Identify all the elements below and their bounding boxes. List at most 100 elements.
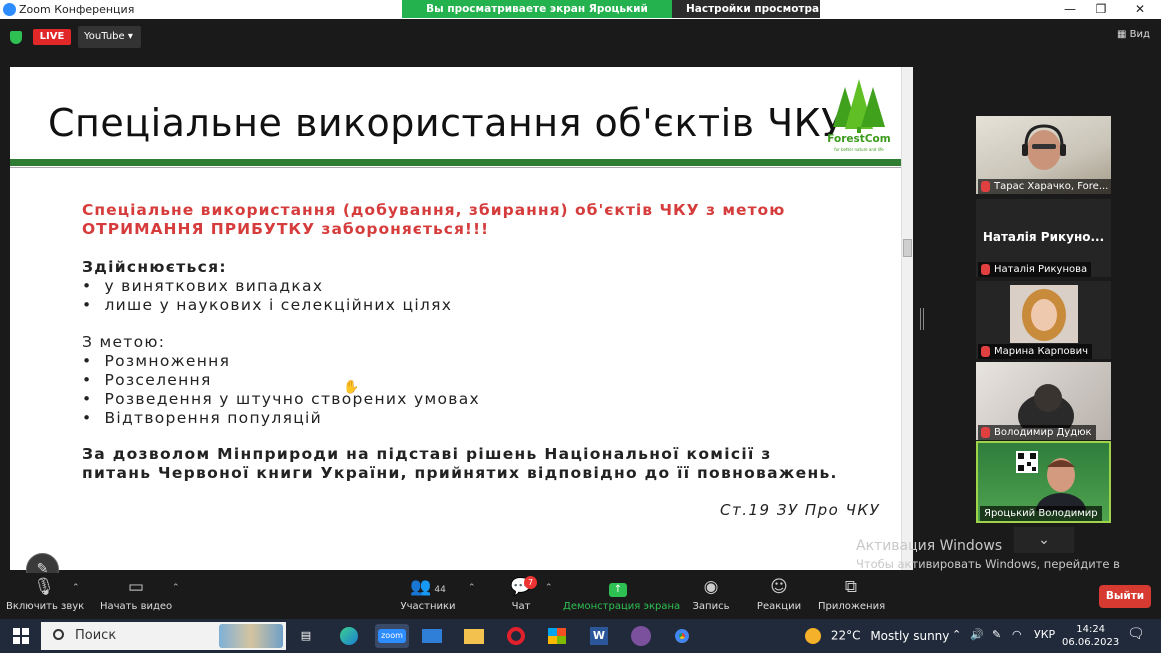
tree-logo-icon (833, 79, 885, 133)
sun-icon (805, 628, 821, 644)
title-divider (10, 159, 901, 166)
shared-screen: Спеціальне використання об'єктів ЧКУ For… (10, 67, 901, 586)
participant-name: Володимир Дудюк (978, 425, 1096, 440)
video-tile[interactable]: Наталія Рикуно... Наталія Рикунова (976, 199, 1111, 277)
forestcom-logo: ForestCom for better nature and life (825, 79, 893, 152)
view-button[interactable]: ▦ Вид (1117, 29, 1150, 40)
zoom-taskbar-icon[interactable]: zoom (375, 624, 409, 648)
chrome-icon[interactable] (669, 624, 695, 648)
windows-start-icon[interactable] (13, 628, 29, 644)
tray-chevron-up-icon[interactable]: ⌃ (952, 628, 961, 641)
video-tile[interactable]: Тарас Харачко, Fore... (976, 116, 1111, 194)
scrollbar-thumb[interactable] (903, 239, 912, 257)
opera-icon[interactable] (503, 624, 529, 648)
section-1-heading: Здійснюється: (82, 258, 227, 276)
view-options-label: Настройки просмотра (686, 3, 820, 15)
section-1-item: у виняткових випадках (82, 277, 862, 296)
section-2-item: Відтворення популяцій (82, 409, 862, 428)
unmute-button[interactable]: 🎙 Включить звук (6, 573, 84, 612)
input-language[interactable]: УКР (1034, 628, 1055, 641)
share-banner: Вы просматриваете экран Яроцький Володим… (402, 0, 820, 33)
slide-title: Спеціальне використання об'єктів ЧКУ (48, 101, 845, 145)
reactions-button[interactable]: ☺ Реакции (754, 573, 804, 612)
edge-browser-icon[interactable] (336, 624, 362, 648)
grid-icon: ▦ (1117, 29, 1127, 40)
participant-avatar (1010, 285, 1078, 343)
windows-taskbar: Поиск ▤ zoom W 22°C Mostly sunny ⌃ 🔊 ✎ ◠… (0, 619, 1161, 653)
notifications-icon[interactable]: 🗨 (1127, 626, 1145, 642)
close-button[interactable]: ✕ (1122, 0, 1158, 19)
video-tile-active-speaker[interactable]: Яроцький Володимир (976, 441, 1111, 523)
mic-muted-icon (981, 427, 990, 438)
camera-off-icon: ▭ (127, 577, 145, 597)
restore-button[interactable]: ❐ (1083, 0, 1119, 19)
weather-temp: 22°C (830, 628, 861, 643)
zoom-logo-icon (3, 3, 16, 16)
security-shield-icon[interactable] (10, 31, 22, 44)
participants-options-chevron[interactable]: ⌃ (468, 583, 476, 593)
weather-widget[interactable]: 22°C Mostly sunny (805, 628, 949, 644)
word-icon[interactable]: W (586, 624, 612, 648)
live-badge[interactable]: LIVE (33, 29, 71, 45)
clock-time: 14:24 (1076, 624, 1106, 635)
file-explorer-icon[interactable] (461, 624, 487, 648)
store-icon[interactable] (544, 624, 570, 648)
section-2-item: Розселення (82, 371, 862, 390)
mic-muted-icon (981, 181, 990, 192)
slide-scrollbar[interactable] (901, 67, 913, 570)
viber-icon[interactable] (628, 624, 654, 648)
panel-resize-handle[interactable] (920, 308, 924, 330)
view-label: Вид (1129, 29, 1150, 40)
slide-warning: Спеціальне використання (добування, збир… (82, 201, 786, 238)
law-citation: Ст.19 ЗУ Про ЧКУ (720, 501, 881, 519)
start-video-button[interactable]: ▭ Начать видео (100, 573, 172, 612)
section-2-heading: З метою: (82, 333, 166, 351)
view-options-button[interactable]: Настройки просмотра ⌄ (672, 0, 820, 33)
meeting-toolbar: 🎙 Включить звук ⌃ ▭ Начать видео ⌃ 👥 44 У… (0, 573, 1161, 619)
participants-count: 44 (434, 585, 446, 595)
participant-avatar (1036, 458, 1086, 511)
mail-icon[interactable] (419, 624, 445, 648)
permission-note: За дозволом Мінприроди на підставі рішен… (82, 445, 838, 482)
leave-meeting-button[interactable]: Выйти (1099, 585, 1151, 608)
participant-name: Наталія Рикунова (978, 262, 1092, 277)
participant-display-name: Наталія Рикуно... (982, 230, 1105, 244)
taskbar-clock[interactable]: 14:24 06.06.2023 (1062, 623, 1119, 649)
logo-subtext: for better nature and life (834, 147, 884, 152)
participant-name: Тарас Харачко, Fore... (978, 179, 1111, 194)
mic-off-icon: 🎙 (33, 577, 55, 597)
meeting-header: LIVE YouTube ▾ ▦ Вид (0, 19, 1161, 61)
mic-muted-icon (981, 346, 990, 357)
taskbar-search[interactable]: Поиск (41, 622, 286, 650)
share-screen-icon: ↑ (563, 573, 673, 599)
wifi-icon[interactable]: ◠ (1012, 628, 1022, 641)
apps-button[interactable]: ⧉ Приложения (818, 573, 885, 612)
window-title: Zoom Конференция (19, 3, 135, 16)
audio-options-chevron[interactable]: ⌃ (72, 583, 80, 593)
mic-muted-icon (981, 264, 990, 275)
record-button[interactable]: ◉ Запись (690, 573, 732, 612)
participant-avatar (1022, 124, 1066, 170)
speaker-icon[interactable]: 🔊 (970, 628, 984, 641)
clock-date: 06.06.2023 (1062, 637, 1120, 648)
video-tile[interactable]: Володимир Дудюк (976, 362, 1111, 440)
section-1: Здійснюється: у виняткових випадках лише… (82, 258, 862, 315)
activation-title: Активация Windows (856, 538, 1003, 554)
participant-name: Яроцький Володимир (980, 506, 1102, 521)
chat-options-chevron[interactable]: ⌃ (545, 583, 553, 593)
section-2-item: Розведення у штучно створених умовах (82, 390, 862, 409)
pen-tray-icon[interactable]: ✎ (992, 628, 1001, 641)
participants-button[interactable]: 👥 44 Участники (400, 573, 456, 612)
search-placeholder: Поиск (75, 628, 117, 643)
task-view-icon[interactable]: ▤ (293, 624, 319, 648)
apps-icon: ⧉ (844, 577, 858, 597)
participant-avatar (1018, 384, 1074, 428)
video-options-chevron[interactable]: ⌃ (172, 583, 180, 593)
video-tile[interactable]: Марина Карпович (976, 281, 1111, 359)
smiley-icon: ☺ (770, 577, 788, 597)
stream-target-dropdown[interactable]: YouTube ▾ (78, 26, 141, 48)
section-2: З метою: Розмноження Розселення Розведен… (82, 333, 862, 428)
share-screen-button[interactable]: ↑ Демонстрация экрана (563, 573, 680, 612)
section-1-item: лише у наукових і селекційних цілях (82, 296, 862, 315)
sharing-status: Вы просматриваете экран Яроцький Володим… (402, 0, 672, 33)
